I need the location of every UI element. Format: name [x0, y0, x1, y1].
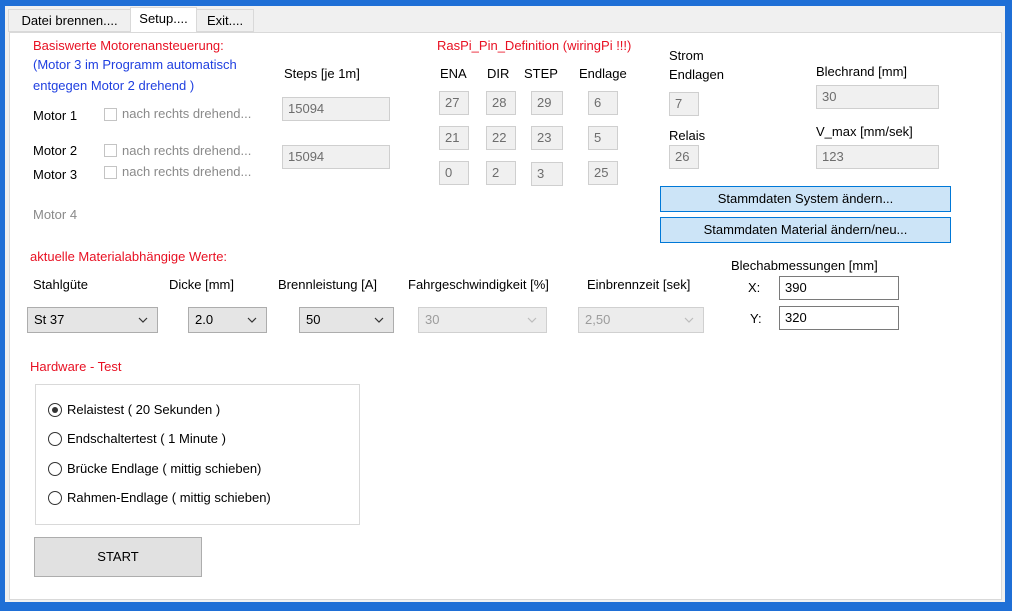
dicke-dropdown[interactable]: 2.0 [188, 307, 267, 333]
motor1-steps-field: 15094 [282, 97, 390, 121]
motor2-checkbox[interactable] [104, 144, 117, 157]
motor1-label: Motor 1 [33, 108, 78, 123]
chevron-down-icon [247, 317, 257, 323]
start-button[interactable]: START [34, 537, 202, 577]
motor1-check-label: nach rechts drehend... [122, 106, 252, 121]
pin-header-endlage: Endlage [579, 66, 627, 81]
einbrennzeit-label: Einbrennzeit [sek] [587, 277, 691, 292]
radio-rahmen-endlage[interactable] [48, 491, 62, 505]
vmax-field: 123 [816, 145, 939, 169]
motor-note-line2: entgegen Motor 2 drehend ) [33, 78, 195, 93]
vmax-label: V_max [mm/sek] [816, 124, 913, 139]
pin-header-ena: ENA [440, 66, 467, 81]
material-section-title: aktuelle Materialabhängige Werte: [30, 249, 228, 264]
stahlguete-dropdown[interactable]: St 37 [27, 307, 158, 333]
blechrand-field: 30 [816, 85, 939, 109]
blech-y-input[interactable]: 320 [779, 306, 899, 330]
radio-relaistest[interactable] [48, 403, 62, 417]
radio-relaistest-label: Relaistest ( 20 Sekunden ) [67, 402, 221, 417]
pin-ena-2: 21 [439, 126, 469, 150]
brennleistung-label: Brennleistung [A] [278, 277, 378, 292]
stammdaten-material-button[interactable]: Stammdaten Material ändern/neu... [660, 217, 951, 243]
hardware-test-title: Hardware - Test [30, 359, 122, 374]
chevron-down-icon [684, 317, 694, 323]
pin-step-3: 3 [531, 162, 563, 186]
blech-y-label: Y: [750, 311, 762, 326]
blech-x-input[interactable]: 390 [779, 276, 899, 300]
motor-note-line1: (Motor 3 im Programm automatisch [33, 57, 237, 72]
strom-endlagen-field: 7 [669, 92, 699, 116]
pin-section-title: RasPi_Pin_Definition (wiringPi !!!) [437, 38, 632, 53]
pin-ena-3: 0 [439, 161, 469, 185]
radio-endschaltertest-label: Endschaltertest ( 1 Minute ) [67, 431, 226, 446]
tab-setup[interactable]: Setup.... [130, 7, 197, 33]
dicke-label: Dicke [mm] [169, 277, 234, 292]
brennleistung-dropdown[interactable]: 50 [299, 307, 394, 333]
pin-dir-1: 28 [486, 91, 516, 115]
radio-rahmen-endlage-label: Rahmen-Endlage ( mittig schieben) [67, 490, 271, 505]
fahrgeschwindigkeit-label: Fahrgeschwindigkeit [%] [408, 277, 549, 292]
tab-exit[interactable]: Exit.... [196, 9, 254, 32]
pin-header-dir: DIR [487, 66, 510, 81]
pin-endlage-2: 5 [588, 126, 618, 150]
pin-dir-3: 2 [486, 161, 516, 185]
brennleistung-value: 50 [306, 312, 321, 327]
dicke-value: 2.0 [195, 312, 214, 327]
pin-header-step: STEP [524, 66, 558, 81]
fahrgeschwindigkeit-dropdown: 30 [418, 307, 547, 333]
radio-bruecke-endlage[interactable] [48, 462, 62, 476]
pin-dir-2: 22 [486, 126, 516, 150]
chevron-down-icon [527, 317, 537, 323]
motor3-checkbox[interactable] [104, 166, 117, 179]
pin-endlage-1: 6 [588, 91, 618, 115]
strom-label-line1: Strom [669, 48, 704, 63]
radio-endschaltertest[interactable] [48, 432, 62, 446]
motor2-check-label: nach rechts drehend... [122, 143, 252, 158]
motor4-label: Motor 4 [33, 207, 78, 222]
blech-x-label: X: [748, 280, 761, 295]
einbrennzeit-value: 2,50 [585, 312, 611, 327]
relais-field: 26 [669, 145, 699, 169]
blechrand-label: Blechrand [mm] [816, 64, 908, 79]
stammdaten-system-button[interactable]: Stammdaten System ändern... [660, 186, 951, 212]
motor3-label: Motor 3 [33, 167, 78, 182]
steps-header: Steps [je 1m] [284, 66, 360, 81]
chevron-down-icon [138, 317, 148, 323]
relais-label: Relais [669, 128, 706, 143]
motor3-check-label: nach rechts drehend... [122, 164, 252, 179]
fahrgeschwindigkeit-value: 30 [425, 312, 440, 327]
stahlguete-label: Stahlgüte [33, 277, 88, 292]
pin-ena-1: 27 [439, 91, 469, 115]
motor2-steps-field: 15094 [282, 145, 390, 169]
motor2-label: Motor 2 [33, 143, 78, 158]
strom-label-line2: Endlagen [669, 67, 724, 82]
radio-bruecke-endlage-label: Brücke Endlage ( mittig schieben) [67, 461, 262, 476]
einbrennzeit-dropdown: 2,50 [578, 307, 704, 333]
chevron-down-icon [374, 317, 384, 323]
stahlguete-value: St 37 [34, 312, 65, 327]
motor1-checkbox[interactable] [104, 108, 117, 121]
tab-datei-brennen[interactable]: Datei brennen.... [8, 9, 131, 32]
blechabmessungen-title: Blechabmessungen [mm] [731, 258, 878, 273]
pin-endlage-3: 25 [588, 161, 618, 185]
pin-step-2: 23 [531, 126, 563, 150]
pin-step-1: 29 [531, 91, 563, 115]
motor-section-title: Basiswerte Motorenansteuerung: [33, 38, 224, 53]
